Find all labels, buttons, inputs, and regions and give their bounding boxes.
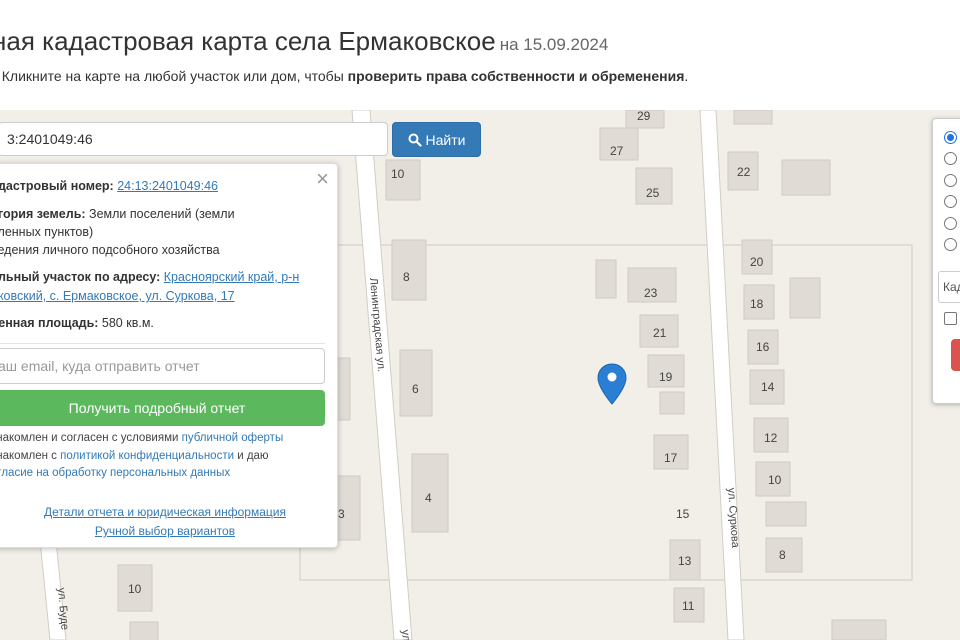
agree-personal-data[interactable]: огласие на обработку персональных данных [0, 464, 230, 482]
parcel-info-panel: × адастровый номер: 24:13:2401049:46 его… [0, 163, 338, 548]
building [129, 621, 159, 640]
house-number: 4 [425, 491, 432, 505]
layer-panel: Кад [932, 118, 960, 404]
category-row-2: еленных пунктов) [0, 225, 94, 239]
building [595, 259, 617, 299]
category-label: егория земель: [0, 207, 86, 221]
page-hint: : Кликните на карте на любой участок или… [0, 68, 688, 84]
house-number: 29 [637, 110, 651, 123]
house-number: 20 [750, 255, 764, 269]
house-number: 17 [664, 451, 678, 465]
search-input[interactable]: 3:2401049:46 [0, 122, 388, 156]
house-number: 10 [768, 473, 782, 487]
layer-radio[interactable] [944, 195, 957, 208]
layer-radio[interactable] [944, 131, 957, 144]
layer-radio[interactable] [944, 152, 957, 165]
page-title-text: ная кадастровая карта села Ермаковское [0, 26, 496, 56]
search-icon [408, 133, 422, 147]
hint-suffix: . [684, 68, 689, 84]
house-number: 8 [779, 548, 786, 562]
building [765, 501, 807, 527]
find-button-label: Найти [425, 131, 466, 148]
area-row: ченная площадь: 580 кв.м. [0, 314, 154, 332]
agree-privacy-suffix: и даю [234, 450, 269, 462]
address-link[interactable]: Красноярский край, р-н [164, 270, 300, 284]
personal-data-link[interactable]: огласие на обработку персональных данных [0, 467, 230, 479]
hint-prefix: : Кликните на карте на любой участок или… [0, 68, 348, 84]
house-number: 19 [659, 370, 673, 384]
house-number: 23 [644, 286, 658, 300]
layer-checkbox[interactable] [944, 312, 957, 325]
offer-link[interactable]: публичной оферты [182, 432, 284, 444]
address-label: ельный участок по адресу: [0, 270, 161, 284]
house-number: 16 [756, 340, 770, 354]
layer-search-input[interactable]: Кад [938, 271, 960, 303]
house-number: 11 [682, 599, 695, 613]
building [733, 110, 773, 125]
building [781, 159, 831, 196]
page-title-date: на 15.09.2024 [499, 35, 609, 54]
layer-radio[interactable] [944, 217, 957, 230]
page-title: ная кадастровая карта села Ермаковское на… [0, 26, 608, 57]
find-button[interactable]: Найти [392, 122, 481, 157]
email-field[interactable]: аш email, куда отправить отчет [0, 348, 325, 384]
house-number: 8 [403, 270, 410, 284]
agree-privacy-text: знакомлен с [0, 450, 57, 462]
privacy-link[interactable]: политикой конфиденциальности [60, 450, 234, 462]
manual-select-link[interactable]: Ручной выбор вариантов [0, 524, 339, 538]
category-row-3: ведения личного подсобного хозяйства [0, 243, 220, 257]
close-icon[interactable]: × [316, 168, 329, 190]
cad-number-link[interactable]: 24:13:2401049:46 [117, 179, 218, 193]
house-number: 21 [653, 326, 667, 340]
street-label: ул. [399, 629, 412, 640]
hint-bold: проверить права собственности и обремене… [347, 68, 685, 84]
house-number: 10 [391, 167, 405, 181]
agree-privacy[interactable]: знакомлен с политикой конфиденциальности… [0, 447, 269, 465]
building [831, 619, 887, 640]
address-link-2[interactable]: аковский, с. Ермаковское, ул. Суркова, 1… [0, 289, 235, 303]
details-link[interactable]: Детали отчета и юридическая информация [0, 505, 339, 519]
cad-number-row: адастровый номер: 24:13:2401049:46 [0, 177, 218, 195]
house-number: 18 [750, 297, 764, 311]
house-number: 10 [128, 582, 142, 596]
house-number: 22 [737, 165, 751, 179]
layer-red-button[interactable] [951, 339, 960, 371]
cad-number-label: адастровый номер: [0, 179, 114, 193]
building [659, 391, 685, 415]
building [789, 277, 821, 319]
house-number: 3 [338, 507, 345, 521]
category-row: егория земель: Земли поселений (земли [0, 205, 235, 223]
address-row: ельный участок по адресу: Красноярский к… [0, 268, 299, 286]
layer-radio[interactable] [944, 174, 957, 187]
divider [0, 343, 325, 344]
house-number: 12 [764, 431, 778, 445]
house-number: 14 [761, 380, 775, 394]
area-label: ченная площадь: [0, 316, 99, 330]
house-number: 15 [676, 507, 690, 521]
house-number: 27 [610, 144, 624, 158]
layer-radio[interactable] [944, 238, 957, 251]
get-report-button[interactable]: Получить подробный отчет [0, 390, 325, 426]
agree-offer-text: знакомлен и согласен с условиями [0, 432, 182, 444]
map-marker-icon[interactable] [597, 363, 627, 405]
category-value: Земли поселений (земли [89, 207, 235, 221]
house-number: 6 [412, 382, 419, 396]
address-row-2: аковский, с. Ермаковское, ул. Суркова, 1… [0, 287, 235, 305]
house-number: 13 [678, 554, 692, 568]
house-number: 25 [646, 186, 660, 200]
agree-offer[interactable]: знакомлен и согласен с условиями публичн… [0, 429, 283, 447]
area-value: 580 кв.м. [101, 316, 154, 330]
